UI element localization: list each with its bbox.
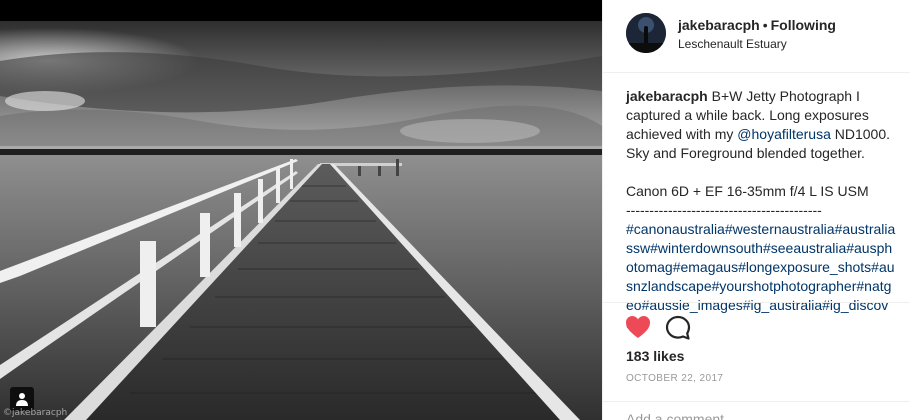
post-caption: jakebaracph B+W Jetty Photograph I captu… [626,87,896,334]
caption-camera: Canon 6D + EF 16-35mm f/4 L IS USM [626,183,869,199]
caption-divider: ----------------------------------------… [626,202,822,218]
likes-count[interactable]: 183 likes [626,348,684,364]
post-photo-area: ©jakebaracph [0,0,602,420]
separator-dot: • [762,17,768,33]
jetty-photo[interactable] [0,21,602,420]
caption-username[interactable]: jakebaracph [626,88,708,104]
post-side-panel: jakebaracph • Following Leschenault Estuar… [602,0,910,420]
add-comment-input[interactable]: Add a comment... [603,401,910,420]
comment-icon[interactable] [665,315,691,341]
photo-top-bar [0,0,602,21]
instagram-post: ©jakebaracph jakebaracph • Following Lesch… [0,0,910,420]
photo-watermark: ©jakebaracph [3,408,68,418]
header-username[interactable]: jakebaracph [678,17,760,33]
heart-icon[interactable] [625,315,651,339]
location-link[interactable]: Leschenault Estuary [678,37,787,51]
post-header: jakebaracph • Following Leschenault Estuar… [603,0,910,73]
caption-text: jakebaracph B+W Jetty Photograph I captu… [626,87,896,163]
mention-link[interactable]: @hoyafilterusa [737,126,831,142]
header-user-line: jakebaracph • Following [678,17,836,33]
post-actions: 183 likes OCTOBER 22, 2017 Add a comment… [603,302,910,420]
post-date[interactable]: OCTOBER 22, 2017 [626,373,723,384]
avatar[interactable] [626,13,666,53]
following-button[interactable]: Following [771,17,836,33]
